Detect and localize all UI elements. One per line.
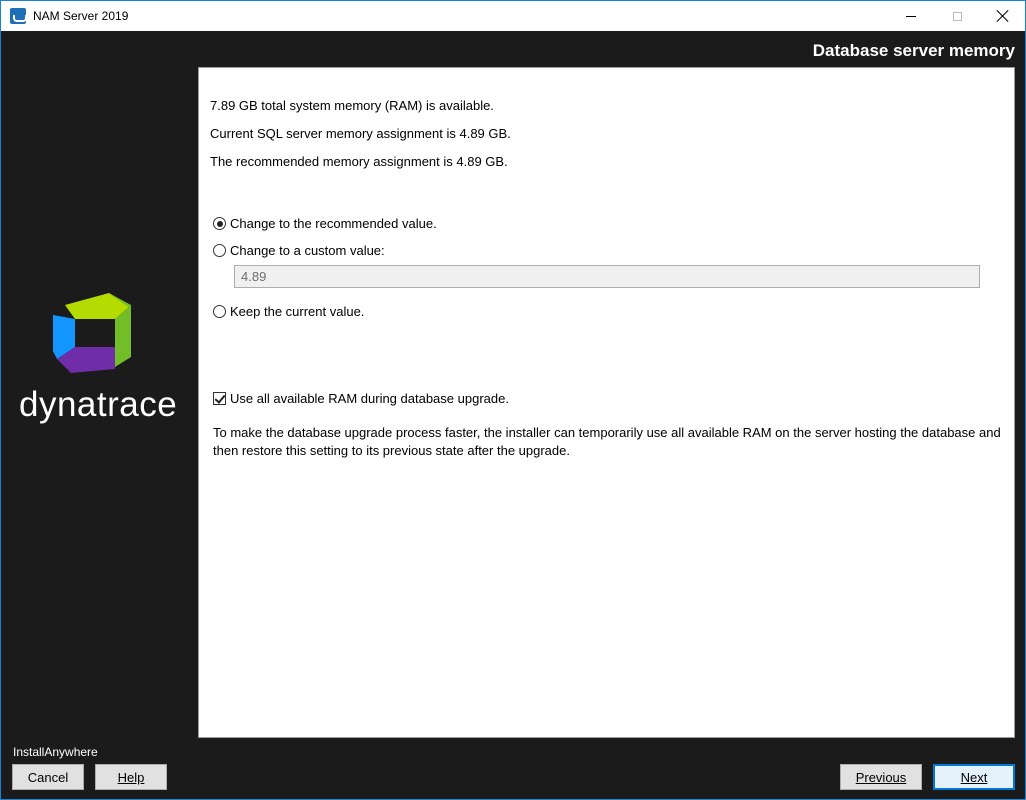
dynatrace-logo-icon — [53, 293, 131, 373]
next-button[interactable]: Next — [933, 764, 1015, 790]
upgrade-description: To make the database upgrade process fas… — [213, 425, 1001, 458]
custom-value-option[interactable]: Change to a custom value: — [213, 243, 385, 258]
cancel-button[interactable]: Cancel — [12, 764, 84, 790]
custom-value-label: Change to a custom value: — [230, 243, 385, 258]
keep-current-radio[interactable] — [213, 305, 226, 318]
custom-value-radio[interactable] — [213, 244, 226, 257]
close-icon — [997, 10, 1009, 22]
next-button-label: Next — [960, 769, 988, 785]
recommended-value-label: Change to the recommended value. — [230, 216, 437, 231]
help-button-label: Help — [117, 769, 145, 785]
previous-button[interactable]: Previous — [840, 764, 922, 790]
logo-text: dynatrace — [19, 385, 178, 424]
use-all-ram-label: Use all available RAM during database up… — [230, 391, 509, 406]
installer-window: NAM Server 2019 Database server memory d… — [0, 0, 1026, 800]
minimize-icon — [906, 15, 916, 17]
installanywhere-label: InstallAnywhere — [13, 745, 98, 759]
recommended-assignment-text: The recommended memory assignment is 4.8… — [210, 154, 508, 169]
keep-current-option[interactable]: Keep the current value. — [213, 304, 364, 319]
close-button[interactable] — [980, 1, 1026, 31]
app-icon — [10, 8, 27, 24]
recommended-value-radio[interactable] — [213, 217, 226, 230]
previous-button-label: Previous — [855, 769, 907, 785]
minimize-button[interactable] — [888, 1, 934, 31]
use-all-ram-checkbox[interactable] — [213, 392, 226, 405]
title-bar[interactable]: NAM Server 2019 — [1, 1, 1025, 31]
keep-current-label: Keep the current value. — [230, 304, 365, 319]
use-all-ram-option[interactable]: Use all available RAM during database up… — [213, 391, 509, 406]
maximize-button[interactable] — [934, 1, 980, 31]
page-title: Database server memory — [812, 41, 1015, 60]
maximize-icon — [952, 11, 962, 21]
content-panel: 7.89 GB total system memory (RAM) is ava… — [198, 67, 1015, 738]
recommended-value-option[interactable]: Change to the recommended value. — [213, 216, 437, 231]
custom-value-input[interactable] — [234, 265, 980, 288]
help-button[interactable]: Help — [95, 764, 167, 790]
current-assignment-text: Current SQL server memory assignment is … — [210, 126, 511, 141]
window-title: NAM Server 2019 — [33, 9, 129, 23]
total-memory-text: 7.89 GB total system memory (RAM) is ava… — [210, 98, 494, 113]
